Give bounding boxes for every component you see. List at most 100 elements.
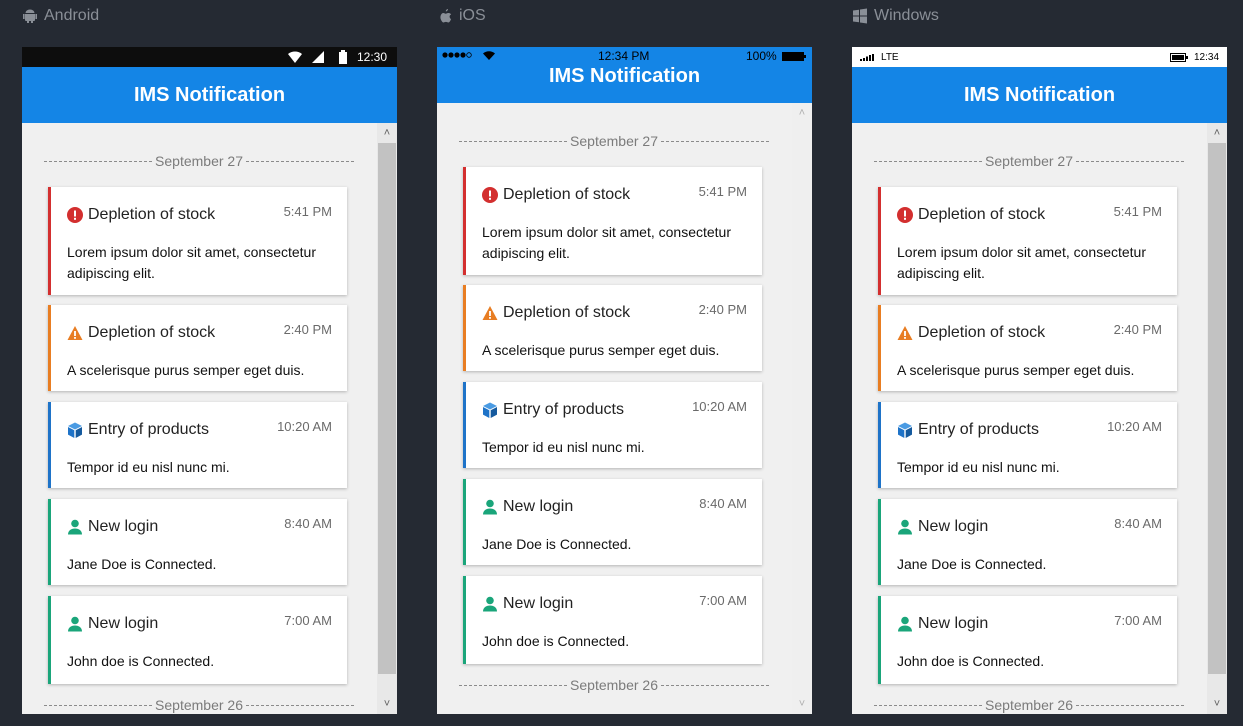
notification-time: 5:41 PM xyxy=(283,204,332,219)
notification-title: Entry of products xyxy=(918,421,1039,438)
ios-status-bar: 12:34 PM 100% xyxy=(437,47,812,63)
notification-card[interactable]: Depletion of stock 2:40 PM A scelerisque… xyxy=(463,285,762,371)
notification-body: Lorem ipsum dolor sit amet, consectetur … xyxy=(897,244,1146,281)
cube-icon xyxy=(68,422,82,438)
notification-body: Lorem ipsum dolor sit amet, consectetur … xyxy=(67,244,316,281)
battery-icon xyxy=(782,52,806,61)
scrollbar[interactable]: ˄ ˅ xyxy=(1207,123,1227,714)
android-platform-label: Android xyxy=(22,7,99,25)
notification-time: 7:00 AM xyxy=(699,593,747,608)
scroll-up-arrow-icon[interactable]: ˄ xyxy=(1207,123,1227,143)
notification-time: 8:40 AM xyxy=(1114,516,1162,531)
notification-card[interactable]: New login 7:00 AM John doe is Connected. xyxy=(878,596,1177,684)
notification-title: New login xyxy=(918,518,989,535)
notification-body: John doe is Connected. xyxy=(482,633,630,649)
scroll-down-arrow-icon[interactable]: ˅ xyxy=(1207,694,1227,714)
notification-time: 2:40 PM xyxy=(1113,322,1162,337)
android-status-bar: 12:30 xyxy=(22,47,397,67)
notification-card[interactable]: Depletion of stock 2:40 PM A scelerisque… xyxy=(878,305,1177,391)
user-icon xyxy=(898,616,912,632)
notification-time: 10:20 AM xyxy=(277,419,332,434)
notification-title: New login xyxy=(88,615,159,632)
date-separator: September 26 xyxy=(874,697,1185,713)
notification-time: 5:41 PM xyxy=(698,184,747,199)
notification-card[interactable]: New login 7:00 AM John doe is Connected. xyxy=(463,576,762,664)
notification-body: Jane Doe is Connected. xyxy=(482,536,632,552)
exclamation-circle-icon xyxy=(897,207,913,223)
notification-body: A scelerisque purus semper eget duis. xyxy=(897,362,1135,378)
scroll-up-arrow-icon[interactable]: ˄ xyxy=(377,123,397,143)
warning-triangle-icon xyxy=(897,326,913,340)
notification-body: John doe is Connected. xyxy=(67,653,215,669)
notification-title: Depletion of stock xyxy=(503,186,631,203)
app-title: IMS Notification xyxy=(963,84,1116,106)
scroll-down-arrow-icon[interactable]: ˅ xyxy=(792,694,812,714)
scroll-thumb[interactable] xyxy=(378,143,396,674)
date-separator: September 27 xyxy=(44,153,355,169)
notification-card[interactable]: Depletion of stock 2:40 PM A scelerisque… xyxy=(48,305,347,391)
notification-card[interactable]: New login 8:40 AM Jane Doe is Connected. xyxy=(463,479,762,565)
battery-icon xyxy=(339,50,347,64)
notification-time: 2:40 PM xyxy=(698,302,747,317)
notification-card[interactable]: Depletion of stock 5:41 PM Lorem ipsum d… xyxy=(463,167,762,275)
notification-card[interactable]: Entry of products 10:20 AM Tempor id eu … xyxy=(48,402,347,488)
app-title: IMS Notification xyxy=(133,84,286,106)
notification-card[interactable]: New login 8:40 AM Jane Doe is Connected. xyxy=(48,499,347,585)
date-separator: September 26 xyxy=(44,697,355,713)
wifi-icon xyxy=(483,51,495,60)
notification-time: 10:20 AM xyxy=(1107,419,1162,434)
user-icon xyxy=(68,519,82,535)
android-icon xyxy=(23,9,37,23)
battery-percent: 100% xyxy=(746,49,777,63)
notification-card[interactable]: Depletion of stock 5:41 PM Lorem ipsum d… xyxy=(48,187,347,295)
scroll-down-arrow-icon[interactable]: ˅ xyxy=(377,694,397,714)
notification-time: 8:40 AM xyxy=(284,516,332,531)
notification-title: Depletion of stock xyxy=(918,324,1046,341)
signal-bars-icon xyxy=(860,54,874,61)
scrollbar[interactable]: ˄ ˅ xyxy=(377,123,397,714)
notification-body: Tempor id eu nisl nunc mi. xyxy=(67,459,230,475)
notification-title: Depletion of stock xyxy=(918,206,1046,223)
notification-title: Entry of products xyxy=(88,421,209,438)
notification-title: Depletion of stock xyxy=(503,304,631,321)
notification-card[interactable]: Entry of products 10:20 AM Tempor id eu … xyxy=(463,382,762,468)
notification-time: 7:00 AM xyxy=(284,613,332,628)
android-phone: 12:30 IMS Notification September 27 Depl… xyxy=(22,47,397,714)
user-icon xyxy=(483,596,497,612)
date-separator: September 26 xyxy=(459,677,770,693)
date-separator: September 27 xyxy=(874,153,1185,169)
apple-icon xyxy=(440,9,452,23)
ios-phone: 12:34 PM 100% IMS Notification September… xyxy=(437,47,812,714)
notification-time: 7:00 AM xyxy=(1114,613,1162,628)
scroll-up-arrow-icon[interactable]: ˄ xyxy=(792,103,812,123)
windows-phone: LTE 12:34 IMS Notification September 27 … xyxy=(852,47,1227,714)
notification-card[interactable]: New login 7:00 AM John doe is Connected. xyxy=(48,596,347,684)
cube-icon xyxy=(483,402,497,418)
signal-icon xyxy=(312,51,324,63)
windows-icon xyxy=(853,8,867,24)
notification-title: New login xyxy=(88,518,159,535)
notification-body: A scelerisque purus semper eget duis. xyxy=(67,362,305,378)
notification-body: Jane Doe is Connected. xyxy=(897,556,1047,572)
notification-list[interactable]: September 27 Depletion of stock 5:41 PM … xyxy=(852,123,1207,714)
app-bar: IMS Notification xyxy=(22,67,397,123)
notification-list[interactable]: September 27 Depletion of stock 5:41 PM … xyxy=(437,103,792,714)
notification-time: 5:41 PM xyxy=(1113,204,1162,219)
user-icon xyxy=(898,519,912,535)
app-bar: IMS Notification xyxy=(437,63,812,103)
notification-card[interactable]: New login 8:40 AM Jane Doe is Connected. xyxy=(878,499,1177,585)
notification-list[interactable]: September 27 Depletion of stock 5:41 PM … xyxy=(22,123,377,714)
notification-title: New login xyxy=(918,615,989,632)
notification-title: Depletion of stock xyxy=(88,324,216,341)
notification-title: New login xyxy=(503,498,574,515)
notification-card[interactable]: Depletion of stock 5:41 PM Lorem ipsum d… xyxy=(878,187,1177,295)
exclamation-circle-icon xyxy=(67,207,83,223)
notification-card[interactable]: Entry of products 10:20 AM Tempor id eu … xyxy=(878,402,1177,488)
notification-title: Entry of products xyxy=(503,401,624,418)
scroll-thumb[interactable] xyxy=(1208,143,1226,674)
scrollbar[interactable]: ˄ ˅ xyxy=(792,103,812,714)
user-icon xyxy=(483,499,497,515)
network-type: LTE xyxy=(881,52,899,63)
windows-status-bar: LTE 12:34 xyxy=(852,47,1227,67)
notification-body: Lorem ipsum dolor sit amet, consectetur … xyxy=(482,224,731,261)
